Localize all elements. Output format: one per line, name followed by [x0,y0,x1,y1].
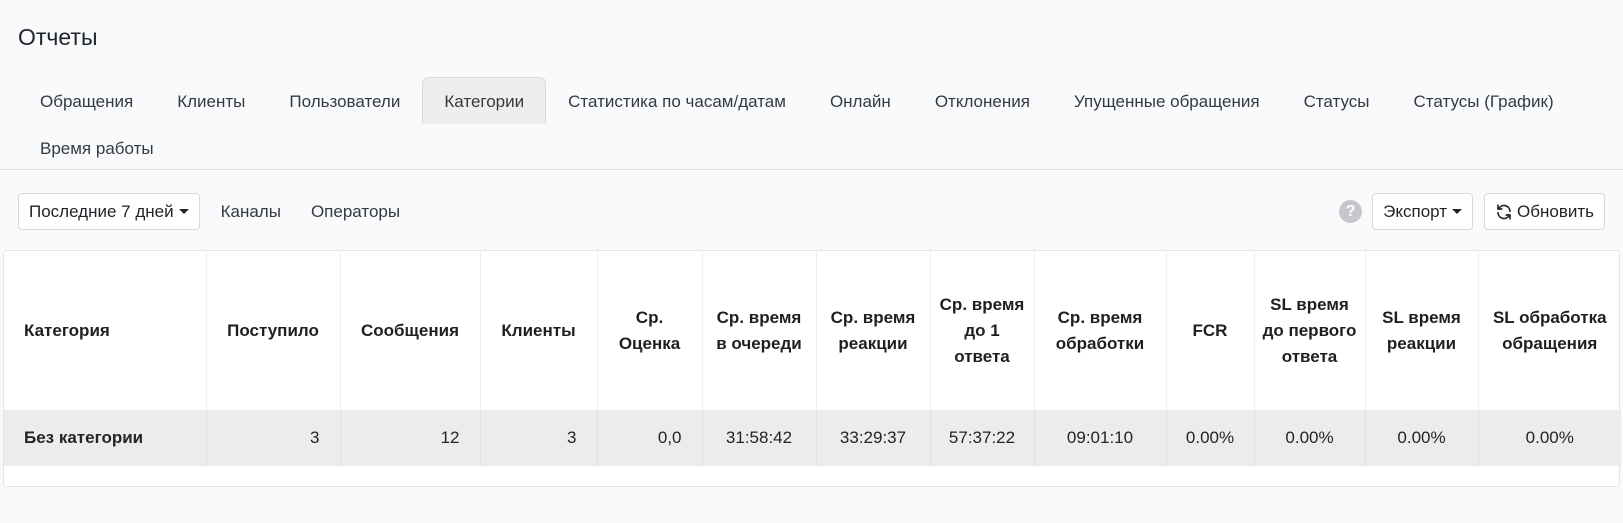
caret-down-icon [178,209,189,214]
tab-users[interactable]: Пользователи [267,77,422,124]
col-header-sl-first-response[interactable]: SL время до первого ответа [1254,251,1366,410]
export-dropdown[interactable]: Экспорт [1372,193,1474,230]
col-header-fcr[interactable]: FCR [1166,251,1255,410]
cell-messages: 12 [340,410,481,466]
col-header-clients[interactable]: Клиенты [480,251,598,410]
report-tabs: Обращения Клиенты Пользователи Категории… [18,77,1608,171]
tab-statuses-chart[interactable]: Статусы (График) [1392,77,1576,124]
tab-missed-requests[interactable]: Упущенные обращения [1052,77,1282,124]
table-header-row: Категория Поступило Сообщения Клиенты Ср… [4,251,1621,410]
col-header-sl-handling[interactable]: SL обработка обращения [1478,251,1621,410]
cell-avg-reaction-time: 33:29:37 [816,410,931,466]
col-header-category[interactable]: Категория [4,251,207,410]
col-header-sl-reaction[interactable]: SL время реакции [1365,251,1479,410]
tab-row-2: Время работы [18,124,1608,171]
cell-avg-handling-time: 09:01:10 [1034,410,1167,466]
tab-categories[interactable]: Категории [422,77,547,124]
cell-clients: 3 [480,410,598,466]
col-header-received[interactable]: Поступило [206,251,341,410]
cell-sl-first-response: 0.00% [1254,410,1366,466]
refresh-label: Обновить [1517,202,1594,221]
tabs-divider [0,169,1623,170]
tab-clients[interactable]: Клиенты [155,77,267,124]
report-toolbar: Последние 7 дней Каналы Операторы ? Эксп… [18,193,1605,230]
tab-requests[interactable]: Обращения [18,77,155,124]
period-dropdown[interactable]: Последние 7 дней [18,193,200,230]
tab-statuses[interactable]: Статусы [1282,77,1392,124]
col-header-avg-queue-time[interactable]: Ср. время в очереди [702,251,817,410]
channels-filter[interactable]: Каналы [206,193,296,230]
cell-avg-queue-time: 31:58:42 [702,410,817,466]
refresh-icon [1495,203,1513,221]
question-circle-icon[interactable]: ? [1339,200,1363,223]
cell-avg-rating: 0,0 [597,410,703,466]
col-header-messages[interactable]: Сообщения [340,251,481,410]
tab-row-1: Обращения Клиенты Пользователи Категории… [18,77,1608,124]
tab-online[interactable]: Онлайн [808,77,913,124]
export-label: Экспорт [1383,202,1448,221]
categories-table: Категория Поступило Сообщения Клиенты Ср… [4,251,1621,466]
tab-hourly-stats[interactable]: Статистика по часам/датам [546,77,808,124]
col-header-avg-first-response[interactable]: Ср. время до 1 ответа [930,251,1035,410]
cell-sl-reaction: 0.00% [1365,410,1479,466]
col-header-avg-rating[interactable]: Ср. Оценка [597,251,703,410]
col-header-avg-reaction-time[interactable]: Ср. время реакции [816,251,931,410]
tab-work-time[interactable]: Время работы [18,124,176,171]
caret-down-icon [1452,209,1463,214]
table-row: Без категории 3 12 3 0,0 31:58:42 33:29:… [4,410,1621,466]
cell-category: Без категории [4,410,207,466]
cell-fcr: 0.00% [1166,410,1255,466]
cell-received: 3 [206,410,341,466]
cell-avg-first-response: 57:37:22 [930,410,1035,466]
categories-table-panel: Категория Поступило Сообщения Клиенты Ср… [3,250,1621,487]
refresh-button[interactable]: Обновить [1484,193,1605,230]
tab-rejections[interactable]: Отклонения [913,77,1052,124]
period-label: Последние 7 дней [29,202,174,221]
cell-sl-handling: 0.00% [1525,428,1574,447]
col-header-avg-handling-time[interactable]: Ср. время обработки [1034,251,1167,410]
operators-filter[interactable]: Операторы [296,193,415,230]
page-title: Отчеты [18,24,98,50]
